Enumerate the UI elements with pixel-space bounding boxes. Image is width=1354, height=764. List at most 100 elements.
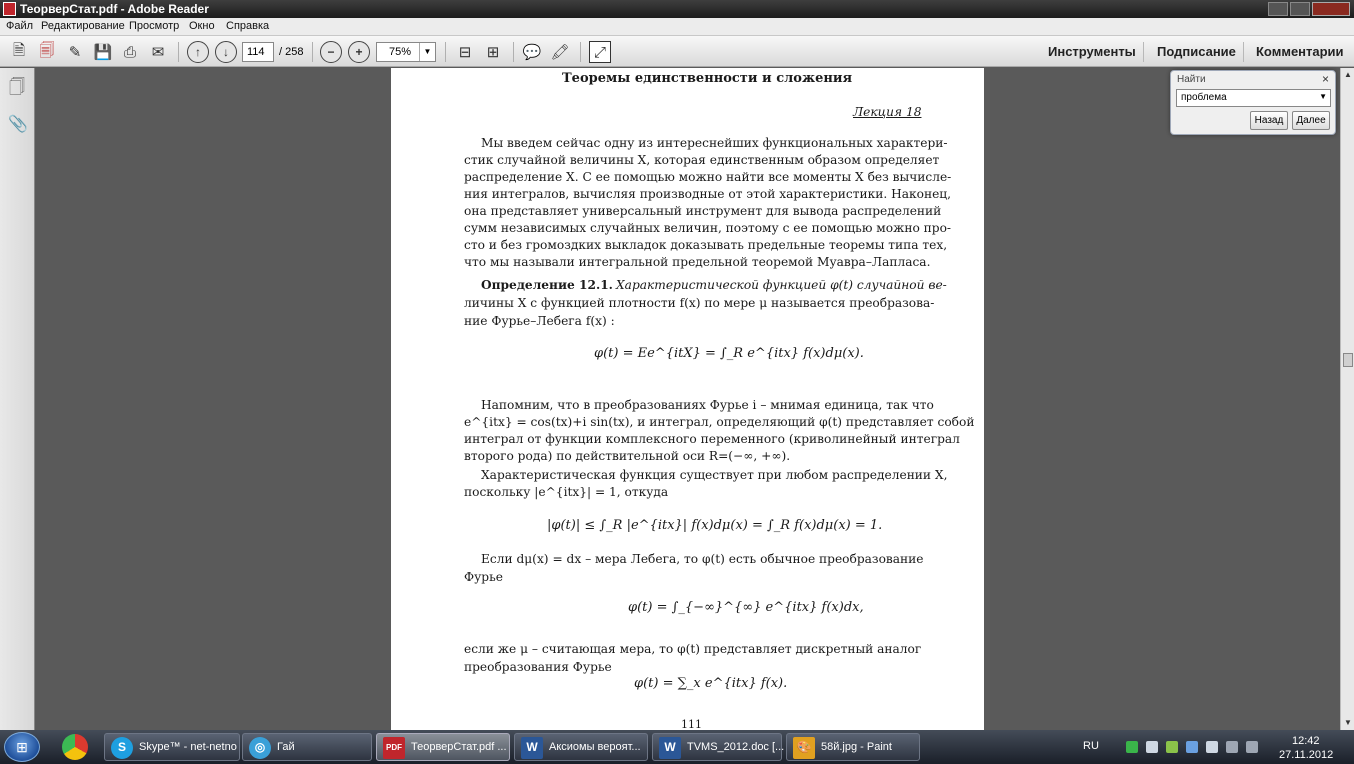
task-word-tvms[interactable]: W TVMS_2012.doc [... [652, 733, 785, 761]
page-number: 111 [681, 718, 702, 730]
menu-help[interactable]: Справка [226, 20, 269, 32]
email-icon[interactable]: ✉ [147, 41, 169, 63]
formula-characteristic-function: φ(t) = Ee^{itX} = ∫_R e^{itx} f(x)dμ(x). [594, 346, 864, 361]
toolbar-separator [1243, 42, 1244, 62]
volume-icon[interactable] [1246, 741, 1258, 753]
fit-page-icon[interactable]: ⊟ [454, 41, 476, 63]
close-button[interactable] [1312, 2, 1350, 16]
find-back-button[interactable]: Назад [1250, 111, 1288, 130]
text-line: Мы введем сейчас одну из интереснейших ф… [481, 136, 948, 150]
combine-files-icon[interactable]: 🗐 [36, 41, 58, 63]
task-word-axioms[interactable]: W Аксиомы вероят... [514, 733, 648, 761]
text-line: сумм независимых случайных величин, поэт… [464, 221, 952, 235]
toolbar-separator [580, 42, 581, 62]
minimize-button[interactable] [1268, 2, 1288, 16]
chevron-down-icon[interactable]: ▼ [1319, 92, 1327, 101]
tools-link[interactable]: Инструменты [1048, 44, 1136, 59]
tray-app-icon[interactable] [1166, 741, 1178, 753]
task-skype[interactable]: S Skype™ - net-netno [104, 733, 240, 761]
attachments-icon[interactable]: 📎 [8, 114, 28, 134]
definition-line: Характеристической функцией φ(t) случайн… [616, 278, 947, 292]
task-guy[interactable]: ◎ Гай [242, 733, 372, 761]
section-title: Теоремы единственности и сложения [562, 71, 853, 86]
comment-link[interactable]: Комментарии [1256, 44, 1344, 59]
messenger-icon: ◎ [249, 737, 271, 759]
pdf-icon: PDF [383, 737, 405, 759]
lecture-label: Лекция 18 [853, 105, 922, 119]
task-label: Skype™ - net-netno [139, 741, 237, 753]
text-line: что мы называли интегральной предельной … [464, 255, 931, 269]
text-line: поскольку |e^{itx}| = 1, откуда [464, 485, 669, 499]
chrome-icon[interactable] [62, 734, 88, 760]
previous-page-icon[interactable]: ↑ [187, 41, 209, 63]
toolbar-separator [178, 42, 179, 62]
scroll-up-icon[interactable]: ▲ [1344, 70, 1352, 79]
zoom-out-icon[interactable]: − [320, 41, 342, 63]
definition-label: Определение 12.1. [481, 278, 613, 292]
text-line: стик случайной величины X, которая единс… [464, 153, 940, 167]
save-icon[interactable]: 💾 [92, 41, 114, 63]
menu-edit[interactable]: Редактирование [41, 20, 125, 32]
text-line: Характеристическая функция существует пр… [481, 468, 948, 482]
scroll-thumb[interactable] [1343, 353, 1353, 367]
print-icon[interactable]: ⎙ [119, 41, 141, 63]
fit-width-icon[interactable]: ⊞ [482, 41, 504, 63]
word-icon: W [521, 737, 543, 759]
toolbar-separator [1143, 42, 1144, 62]
maximize-button[interactable] [1290, 2, 1310, 16]
highlight-icon[interactable]: 🖍 [549, 41, 571, 63]
page-number-input[interactable]: 114 [242, 42, 274, 62]
tray-app-icon[interactable] [1186, 741, 1198, 753]
next-page-icon[interactable]: ↓ [215, 41, 237, 63]
comment-icon[interactable]: 💬 [521, 41, 543, 63]
menu-window[interactable]: Окно [189, 20, 215, 32]
menu-bar: Файл Редактирование Просмотр Окно Справк… [0, 18, 1354, 36]
expand-icon[interactable]: ⤢ [589, 41, 611, 63]
word-icon: W [659, 737, 681, 759]
task-label: Гай [277, 741, 295, 753]
navigation-panel: 🗍 📎 [0, 68, 35, 730]
text-line: сто и без громоздких выкладок доказывать… [464, 238, 948, 252]
chevron-down-icon[interactable]: ▼ [419, 43, 435, 61]
edit-document-icon[interactable]: ✎ [64, 41, 86, 63]
toolbar-separator [513, 42, 514, 62]
toolbar-separator [445, 42, 446, 62]
task-label: TVMS_2012.doc [... [687, 741, 785, 753]
find-title: Найти [1177, 74, 1206, 85]
tray-app-icon[interactable] [1146, 741, 1158, 753]
task-paint[interactable]: 🎨 58й.jpg - Paint [786, 733, 920, 761]
zoom-select[interactable]: 75% ▼ [376, 42, 436, 62]
close-icon[interactable]: × [1322, 72, 1329, 86]
find-next-button[interactable]: Далее [1292, 111, 1330, 130]
create-pdf-icon[interactable]: 🗎 [8, 41, 30, 63]
tray-app-icon[interactable] [1126, 741, 1138, 753]
toolbar-separator [312, 42, 313, 62]
windows-start-icon[interactable]: ⊞ [4, 732, 40, 762]
formula-fourier: φ(t) = ∫_{−∞}^{∞} e^{itx} f(x)dx, [628, 600, 864, 615]
task-label: Аксиомы вероят... [549, 741, 641, 753]
menu-file[interactable]: Файл [6, 20, 33, 32]
formula-bound: |φ(t)| ≤ ∫_R |e^{itx}| f(x)dμ(x) = ∫_R f… [547, 518, 883, 533]
sign-link[interactable]: Подписание [1157, 44, 1236, 59]
menu-view[interactable]: Просмотр [129, 20, 179, 32]
find-input[interactable]: проблема ▼ [1176, 89, 1331, 107]
taskbar: ⊞ S Skype™ - net-netno ◎ Гай PDF Теорвер… [0, 730, 1354, 764]
vertical-scrollbar[interactable]: ▲ ▼ [1340, 68, 1354, 730]
tray-app-icon[interactable] [1206, 741, 1218, 753]
zoom-in-icon[interactable]: + [348, 41, 370, 63]
clock-date[interactable]: 27.11.2012 [1279, 749, 1333, 761]
clock-time[interactable]: 12:42 [1292, 735, 1320, 747]
text-line: интеграл от функции комплексного перемен… [464, 432, 960, 446]
text-line: преобразования Фурье [464, 660, 612, 674]
text-line: Если dμ(x) = dx – мера Лебега, то φ(t) е… [481, 552, 924, 566]
language-indicator[interactable]: RU [1083, 740, 1099, 752]
find-query: проблема [1181, 92, 1227, 103]
network-icon[interactable] [1226, 741, 1238, 753]
page-thumbnails-icon[interactable]: 🗍 [8, 76, 26, 96]
scroll-down-icon[interactable]: ▼ [1344, 718, 1352, 727]
task-label: 58й.jpg - Paint [821, 741, 892, 753]
task-adobe-reader[interactable]: PDF ТеорверСтат.pdf ... [376, 733, 510, 761]
window-titlebar: ТеорверСтат.pdf - Adobe Reader [0, 0, 1354, 18]
text-line: e^{itx} = cos(tx)+i sin(tx), и интеграл,… [464, 415, 975, 429]
task-label: ТеорверСтат.pdf ... [411, 741, 507, 753]
